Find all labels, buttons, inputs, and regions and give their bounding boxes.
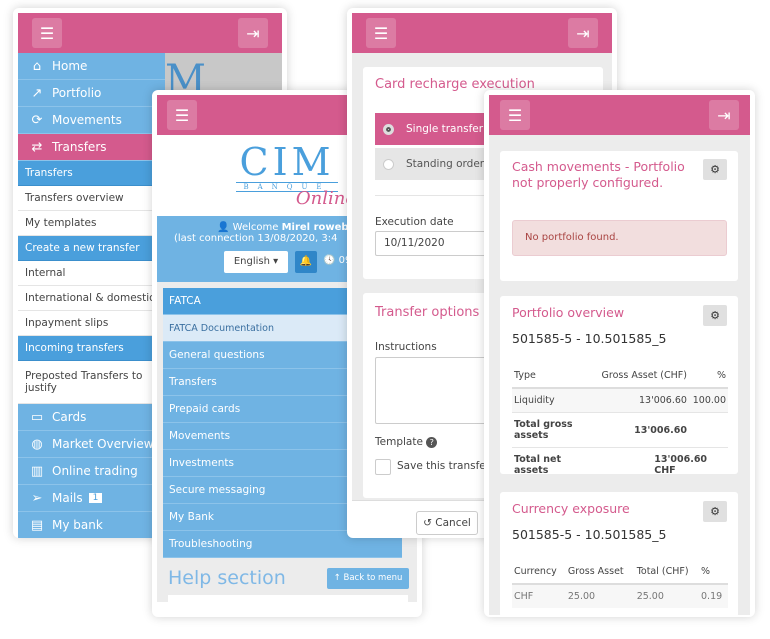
bank-icon: ▤ (30, 517, 44, 533)
portfolio-overview-card: Portfolio overview ⚙ 501585-5 - 10.50158… (500, 296, 738, 476)
table-row: Total gross assets 13'006.60 (512, 413, 728, 448)
template-label: Template ? (375, 436, 438, 448)
submenu-item-transfers: Transfers (18, 161, 165, 186)
submenu-item-incoming-transfers: Incoming transfers (18, 336, 165, 361)
card-title: Portfolio overview (512, 305, 625, 320)
user-name: Mirel roweb (281, 222, 349, 233)
settings-gear-icon[interactable]: ⚙ (703, 159, 727, 180)
card-title: Cash movements - Portfolio not properly … (512, 159, 685, 190)
portfolio-table: Type Gross Asset (CHF)% Liquidity 13'006.6… (512, 364, 728, 482)
hamburger-menu-icon[interactable]: ☰ (500, 100, 530, 130)
undo-icon: ↺ (423, 517, 432, 529)
notification-bell-icon[interactable]: 🔔 (295, 251, 317, 273)
submenu-item-internal[interactable]: Internal (18, 261, 165, 286)
submenu-item-international-domestic[interactable]: International & domestic (18, 286, 165, 311)
globe-icon: ◍ (31, 436, 43, 452)
menu-item-transfers[interactable]: ⇄ Transfers (18, 134, 165, 161)
language-select[interactable]: English ▾ (224, 251, 288, 273)
user-icon: 👤 (217, 222, 230, 233)
portfolio-id: 501585-5 - 10.501585_5 (512, 331, 667, 346)
submenu-item-transfers-overview[interactable]: Transfers overview (18, 186, 165, 211)
menu-item-home[interactable]: ⌂ Home (18, 53, 165, 80)
settings-gear-icon[interactable]: ⚙ (703, 501, 727, 522)
help-content (168, 595, 408, 615)
side-menu: ⌂ Home ↗ Portfolio ⟳ Movements ⇄ Transfers Trans… (18, 53, 165, 538)
cim-logo: CIM BANQUE Online (232, 142, 356, 212)
currency-table: Currency Gross Asset Total (CHF)% CHF 25.00… (512, 560, 728, 608)
menu-item-my-bank[interactable]: ▤ My bank (18, 512, 165, 538)
menu-item-mails[interactable]: ➢ Mails 1 (18, 485, 165, 512)
table-row: Liquidity 13'006.60 100.00 (512, 388, 728, 413)
currency-portfolio-id: 501585-5 - 10.501585_5 (512, 527, 667, 542)
app-header: ☰ ⇥ (489, 95, 750, 135)
card-title: Currency exposure (512, 501, 630, 516)
bar-chart-icon: ▥ (30, 463, 44, 479)
exchange-icon: ⇄ (31, 139, 43, 155)
dashboard-screen: ☰ ⇥ Cash movements - Portfolio not prope… (484, 90, 755, 617)
logout-icon[interactable]: ⇥ (709, 100, 739, 130)
instructions-label: Instructions (375, 341, 437, 353)
chart-icon: ↗ (31, 85, 43, 101)
error-alert: No portfolio found. (512, 220, 727, 256)
hamburger-menu-icon[interactable]: ☰ (32, 18, 62, 48)
submenu-item-my-templates[interactable]: My templates (18, 211, 165, 236)
send-icon: ➢ (31, 490, 43, 506)
settings-gear-icon[interactable]: ⚙ (703, 305, 727, 326)
menu-item-market-overview[interactable]: ◍ Market Overview (18, 431, 165, 458)
menu-item-portfolio[interactable]: ↗ Portfolio (18, 80, 165, 107)
submenu-item-inpayment-slips[interactable]: Inpayment slips (18, 311, 165, 336)
help-icon: ? (426, 437, 438, 448)
execution-date-label: Execution date (375, 216, 454, 228)
refresh-icon: ⟳ (31, 112, 43, 128)
table-row: CHF 25.00 25.00 0.19 (512, 584, 728, 608)
home-icon: ⌂ (32, 58, 42, 74)
hamburger-menu-icon[interactable]: ☰ (167, 100, 197, 130)
cash-movements-card: Cash movements - Portfolio not properly … (500, 151, 738, 281)
table-row: Total net assets 13'006.60 CHF (514, 454, 708, 476)
menu-item-cards[interactable]: ▭ Cards (18, 404, 165, 431)
logout-icon[interactable]: ⇥ (568, 18, 598, 48)
cancel-button[interactable]: ↺ Cancel (416, 511, 478, 535)
card-icon: ▭ (30, 409, 44, 425)
menu-item-online-trading[interactable]: ▥ Online trading (18, 458, 165, 485)
save-template-checkbox[interactable] (375, 459, 391, 475)
submenu-item-create-a-new-transfer: Create a new transfer (18, 236, 165, 261)
badge: 1 (88, 493, 103, 503)
currency-exposure-card: Currency exposure ⚙ 501585-5 - 10.501585… (500, 492, 738, 617)
hamburger-menu-icon[interactable]: ☰ (366, 18, 396, 48)
submenu-item-preposted-transfers-to-justify[interactable]: Preposted Transfers to justify (18, 361, 165, 404)
logout-icon[interactable]: ⇥ (238, 18, 268, 48)
app-header: ☰ ⇥ (18, 13, 282, 53)
back-to-menu-button[interactable]: ↑ Back to menu (327, 568, 409, 589)
help-section-title: Help section (168, 567, 286, 589)
card-title: Transfer options (375, 305, 480, 320)
menu-item-movements[interactable]: ⟳ Movements (18, 107, 165, 134)
app-header: ☰ ⇥ (352, 13, 612, 53)
